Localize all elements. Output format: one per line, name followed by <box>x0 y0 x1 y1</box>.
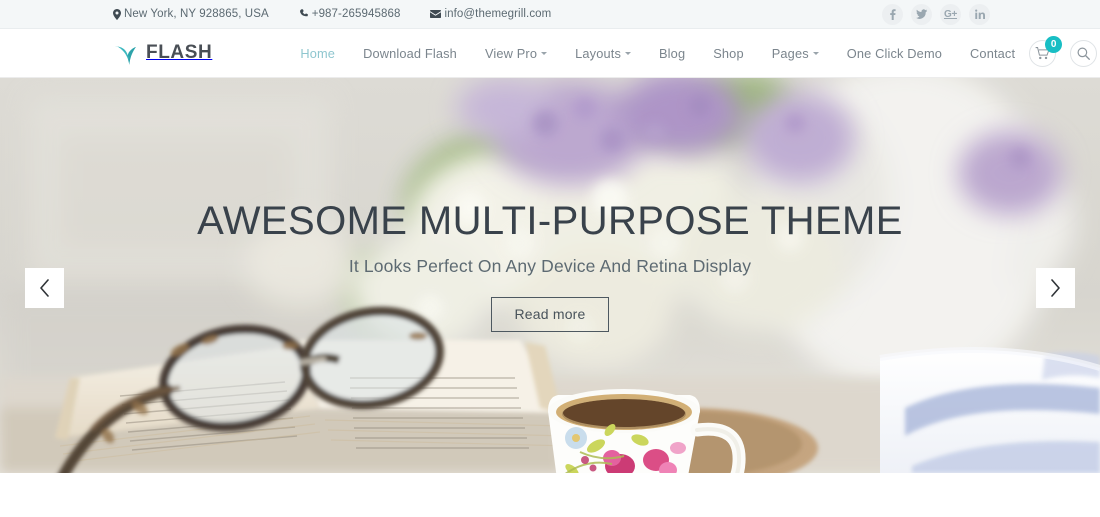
nav-link-one-click-demo[interactable]: One Click Demo <box>833 29 956 78</box>
slider-prev-button[interactable] <box>25 268 64 308</box>
nav-item-one-click-demo[interactable]: One Click Demo <box>833 29 956 78</box>
linkedin-icon[interactable] <box>969 3 990 25</box>
nav-item-home[interactable]: Home <box>286 29 349 78</box>
slider-next-button[interactable] <box>1036 268 1075 308</box>
twitter-icon[interactable] <box>911 3 932 25</box>
chevron-down-icon <box>625 52 631 55</box>
nav-link-pages[interactable]: Pages <box>758 29 833 78</box>
nav-actions: 0 <box>1029 35 1098 67</box>
contact-phone[interactable]: +987-265945868 <box>299 8 401 20</box>
nav-label-blog: Blog <box>659 45 686 61</box>
nav-item-layouts[interactable]: Layouts <box>561 29 645 78</box>
hero-slider: AWESOME MULTI-PURPOSE THEME It Looks Per… <box>0 78 1100 473</box>
nav-label-one-click-demo: One Click Demo <box>846 45 943 61</box>
nav-item-shop[interactable]: Shop <box>699 29 758 78</box>
bird-logo-icon <box>114 46 136 65</box>
read-more-button[interactable]: Read more <box>491 297 609 332</box>
nav-item-download-flash[interactable]: Download Flash <box>349 29 471 78</box>
cart-button[interactable]: 0 <box>1029 35 1063 67</box>
nav-item-blog[interactable]: Blog <box>645 29 699 78</box>
nav-link-view-pro[interactable]: View Pro <box>471 29 561 78</box>
chevron-down-icon <box>812 52 819 55</box>
map-marker-icon <box>113 8 121 20</box>
contact-email[interactable]: info@themegrill.com <box>430 8 551 20</box>
nav-item-contact[interactable]: Contact <box>956 29 1029 78</box>
site-logo[interactable]: FLASH <box>113 41 212 65</box>
phone-icon <box>299 9 309 19</box>
nav-label-contact: Contact <box>970 45 1016 61</box>
nav-link-shop[interactable]: Shop <box>699 29 758 78</box>
nav-label-pages: Pages <box>771 45 809 61</box>
nav-label-download-flash: Download Flash <box>363 45 457 61</box>
nav-link-download-flash[interactable]: Download Flash <box>349 29 471 78</box>
top-bar-contact-group: New York, NY 928865, USA +987-265945868 … <box>113 8 551 20</box>
contact-phone-text: +987-265945868 <box>311 8 401 20</box>
nav-item-pages[interactable]: Pages <box>758 29 833 78</box>
main-navigation-bar: FLASH Home Download Flash View Pro Layou… <box>0 29 1100 78</box>
nav-label-layouts: Layouts <box>575 45 621 61</box>
cart-count-badge: 0 <box>1045 35 1063 53</box>
nav-label-home: Home <box>300 45 336 61</box>
contact-address: New York, NY 928865, USA <box>113 8 269 20</box>
facebook-icon[interactable] <box>882 3 903 25</box>
page-body-below-slider <box>0 473 1100 517</box>
nav-label-shop: Shop <box>713 45 744 61</box>
social-links: G+ <box>882 3 990 25</box>
nav-link-blog[interactable]: Blog <box>645 29 699 78</box>
envelope-icon <box>430 10 442 18</box>
search-icon <box>1077 47 1091 60</box>
primary-menu: Home Download Flash View Pro Layouts Blo… <box>286 29 1029 78</box>
chevron-left-icon <box>40 279 49 297</box>
hero-title: AWESOME MULTI-PURPOSE THEME <box>197 199 903 243</box>
google-plus-icon[interactable]: G+ <box>940 3 961 25</box>
chevron-down-icon <box>541 52 548 55</box>
contact-email-text: info@themegrill.com <box>444 8 552 20</box>
nav-label-view-pro: View Pro <box>484 45 538 61</box>
nav-item-view-pro[interactable]: View Pro <box>471 29 561 78</box>
nav-link-layouts[interactable]: Layouts <box>561 29 645 78</box>
nav-link-contact[interactable]: Contact <box>956 29 1029 78</box>
google-plus-label: G+ <box>943 8 958 20</box>
contact-address-text: New York, NY 928865, USA <box>124 8 269 20</box>
search-button[interactable] <box>1070 39 1098 67</box>
hero-subtitle: It Looks Perfect On Any Device And Retin… <box>348 256 752 276</box>
chevron-right-icon <box>1051 279 1060 297</box>
site-title: FLASH <box>146 42 213 63</box>
top-bar: New York, NY 928865, USA +987-265945868 … <box>0 0 1100 29</box>
nav-link-home[interactable]: Home <box>286 29 349 78</box>
hero-caption: AWESOME MULTI-PURPOSE THEME It Looks Per… <box>0 198 1100 332</box>
